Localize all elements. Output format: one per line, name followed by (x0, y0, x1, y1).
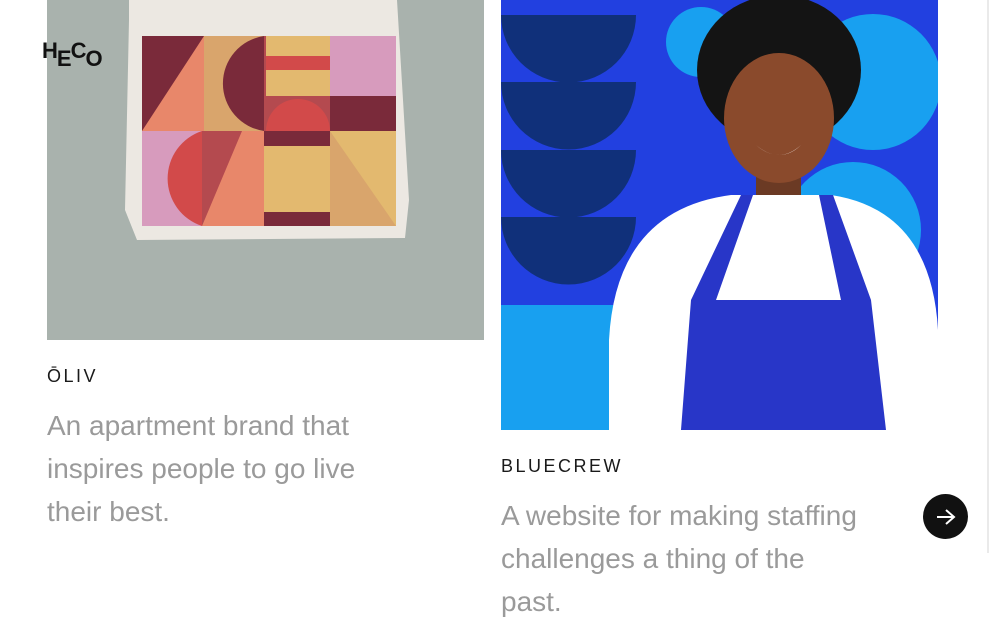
tote-bag-illustration (47, 0, 484, 340)
logo-letter: O (85, 46, 102, 71)
project-description: An apartment brand that inspires people … (47, 410, 356, 527)
project-title: BLUECREW (501, 456, 624, 476)
next-button[interactable] (923, 494, 968, 539)
person-apron-illustration (501, 0, 938, 430)
logo-letter: C (70, 38, 87, 63)
project-image-oliv[interactable] (47, 0, 484, 340)
arrow-right-icon (936, 508, 956, 525)
project-image-bluecrew[interactable] (501, 0, 938, 430)
project-title: ŌLIV (47, 366, 99, 386)
logo-letter: H (42, 38, 58, 63)
logo-letter: E (56, 46, 72, 71)
heco-logo[interactable]: HECO (42, 38, 103, 71)
project-description: A website for making staffing challenges… (501, 500, 857, 617)
